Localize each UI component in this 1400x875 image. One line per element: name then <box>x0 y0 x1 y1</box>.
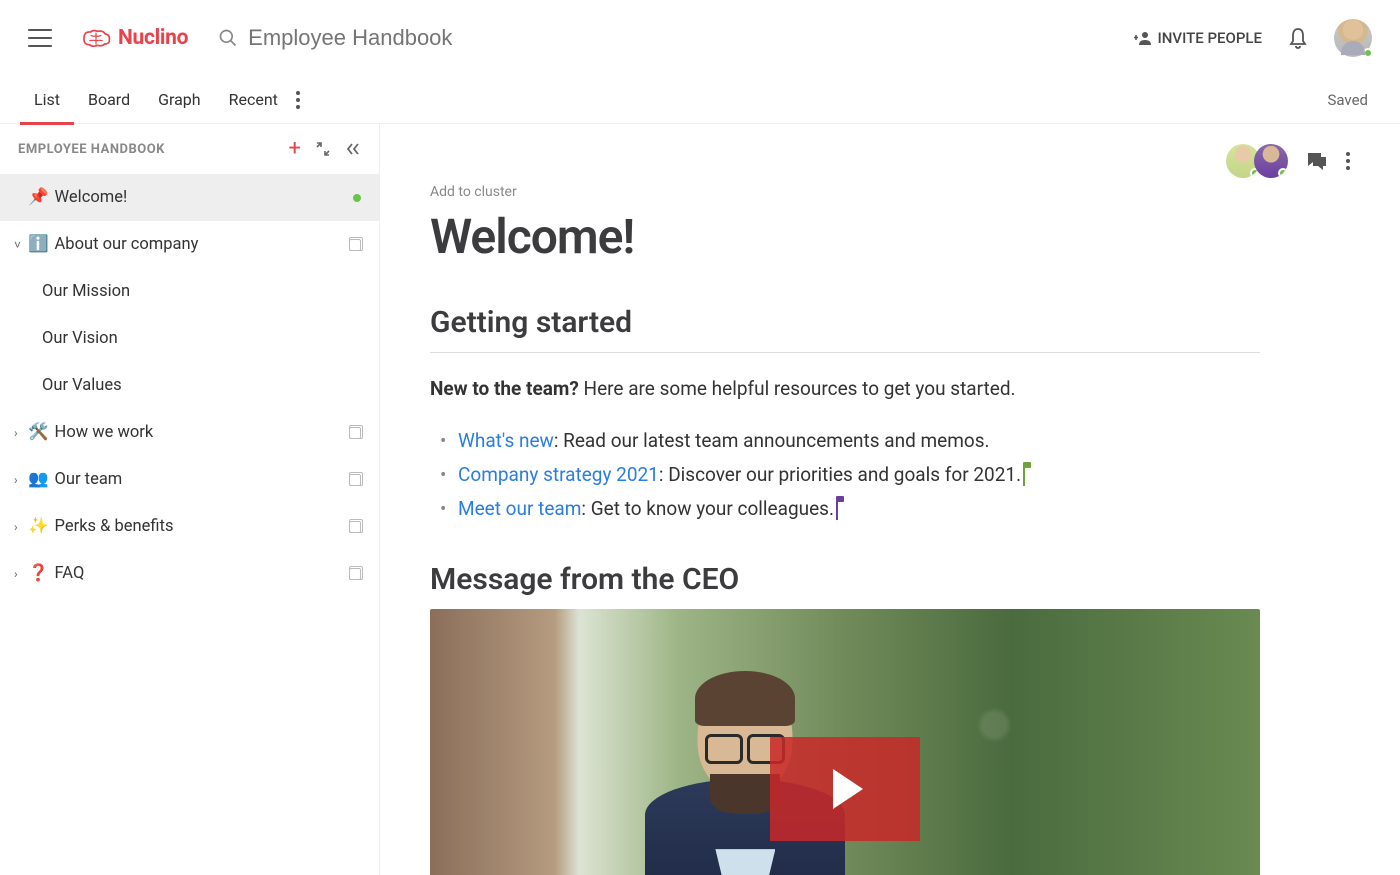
app-logo[interactable]: Nuclino <box>80 26 188 50</box>
collection-icon <box>349 239 361 251</box>
search-input[interactable] <box>248 25 536 51</box>
intro-paragraph[interactable]: New to the team? Here are some helpful r… <box>430 375 1260 404</box>
search-bar[interactable] <box>218 25 1133 51</box>
comments-icon[interactable] <box>1306 151 1328 171</box>
view-tab-board[interactable]: Board <box>74 76 144 124</box>
add-to-cluster-link[interactable]: Add to cluster <box>430 184 1350 200</box>
bullet-link[interactable]: What's new <box>458 429 554 452</box>
sidebar: EMPLOYEE HANDBOOK + 📌 Welcome! ˅ℹ️ About ou… <box>0 124 380 875</box>
bullet-link[interactable]: Meet our team <box>458 497 581 520</box>
caret-icon: ˅ <box>14 238 26 252</box>
presence-dot <box>1363 48 1373 58</box>
invite-people-button[interactable]: INVITE PEOPLE <box>1134 29 1262 47</box>
collection-icon <box>349 521 361 533</box>
heading-ceo-message[interactable]: Message from the CEO <box>430 562 1260 597</box>
sidebar-item-1[interactable]: ˅ℹ️ About our company <box>0 221 379 268</box>
sidebar-item-7[interactable]: ›✨ Perks & benefits <box>0 503 379 550</box>
add-page-button[interactable]: + <box>289 138 301 160</box>
collaborator-avatar-2[interactable] <box>1254 144 1288 178</box>
bell-icon[interactable] <box>1288 27 1308 49</box>
brain-icon <box>80 28 112 48</box>
activity-dot <box>353 194 361 202</box>
document-content: Add to cluster Welcome! Getting started … <box>380 124 1400 875</box>
item-emoji: 📌 <box>28 188 49 207</box>
collapse-sidebar-button[interactable] <box>345 141 361 157</box>
item-label: Our Vision <box>42 329 361 348</box>
sidebar-item-4[interactable]: Our Values <box>0 362 379 409</box>
item-label: FAQ <box>55 564 347 583</box>
divider <box>430 352 1260 353</box>
item-label: Our Values <box>42 376 361 395</box>
sidebar-title: EMPLOYEE HANDBOOK <box>18 142 275 157</box>
sidebar-item-0[interactable]: 📌 Welcome! <box>0 174 379 221</box>
collection-icon <box>349 568 361 580</box>
bullet-link[interactable]: Company strategy 2021 <box>458 463 659 486</box>
item-label: Welcome! <box>55 188 351 207</box>
sidebar-item-8[interactable]: ›❓ FAQ <box>0 550 379 597</box>
item-label: About our company <box>55 235 347 254</box>
view-more-button[interactable] <box>296 91 300 109</box>
sidebar-item-6[interactable]: ›👥 Our team <box>0 456 379 503</box>
caret-icon: › <box>14 473 26 487</box>
item-label: Our team <box>55 470 347 489</box>
caret-icon: › <box>14 426 26 440</box>
view-tab-recent[interactable]: Recent <box>215 76 292 124</box>
doc-title[interactable]: Welcome! <box>430 208 1350 265</box>
brand-text: Nuclino <box>118 26 188 50</box>
bullet-item-1[interactable]: Company strategy 2021: Discover our prio… <box>458 458 1260 492</box>
item-label: How we work <box>55 423 347 442</box>
item-emoji: 👥 <box>28 470 49 489</box>
ceo-video[interactable] <box>430 609 1260 875</box>
item-emoji: 🛠️ <box>28 423 49 442</box>
save-status: Saved <box>1327 91 1380 109</box>
sidebar-item-2[interactable]: Our Mission <box>0 268 379 315</box>
search-icon <box>218 28 238 48</box>
bullet-item-0[interactable]: What's new: Read our latest team announc… <box>458 424 1260 458</box>
caret-icon: › <box>14 567 26 581</box>
menu-hamburger-icon[interactable] <box>28 29 52 47</box>
person-add-icon <box>1134 31 1152 45</box>
view-tab-graph[interactable]: Graph <box>144 76 215 124</box>
caret-icon: › <box>14 520 26 534</box>
item-emoji: ❓ <box>28 564 49 583</box>
invite-label: INVITE PEOPLE <box>1158 29 1262 47</box>
item-emoji: ℹ️ <box>28 235 49 254</box>
collab-cursor <box>836 500 838 520</box>
expand-all-button[interactable] <box>315 141 331 157</box>
collaborator-avatars[interactable] <box>1226 144 1288 178</box>
collection-icon <box>349 474 361 486</box>
collection-icon <box>349 427 361 439</box>
sidebar-item-5[interactable]: ›🛠️ How we work <box>0 409 379 456</box>
collab-cursor <box>1023 466 1025 486</box>
view-tab-list[interactable]: List <box>20 76 74 124</box>
item-label: Our Mission <box>42 282 361 301</box>
bullet-item-2[interactable]: Meet our team: Get to know your colleagu… <box>458 492 1260 526</box>
item-label: Perks & benefits <box>55 517 347 536</box>
user-avatar[interactable] <box>1334 19 1372 57</box>
sidebar-item-3[interactable]: Our Vision <box>0 315 379 362</box>
doc-more-button[interactable] <box>1346 152 1350 170</box>
item-emoji: ✨ <box>28 517 49 536</box>
heading-getting-started[interactable]: Getting started <box>430 305 1260 340</box>
play-button-icon[interactable] <box>770 737 920 841</box>
